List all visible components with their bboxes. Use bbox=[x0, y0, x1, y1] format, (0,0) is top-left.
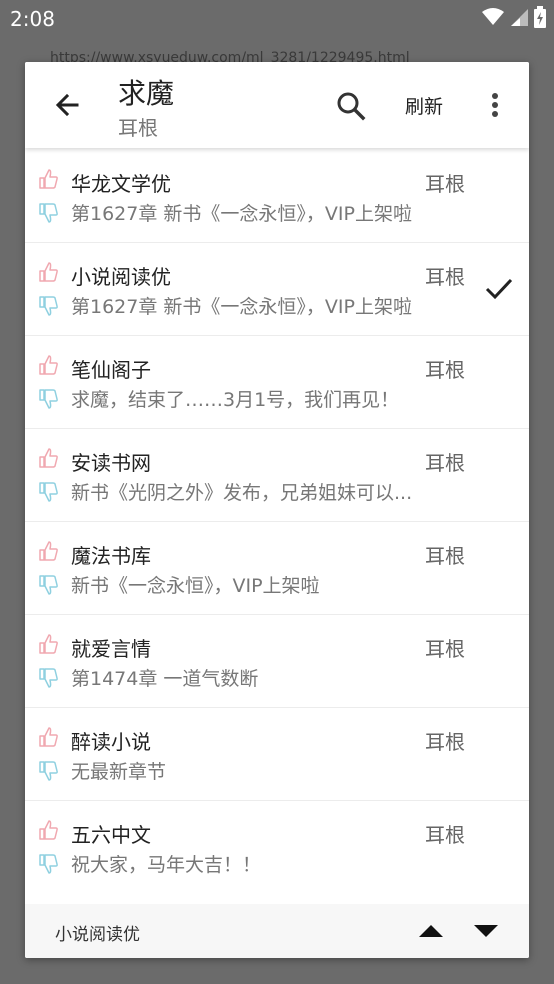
source-name: 小说阅读优 bbox=[71, 265, 171, 289]
battery-icon bbox=[534, 6, 546, 28]
thumb-up-icon[interactable] bbox=[37, 819, 59, 841]
thumb-down-icon[interactable] bbox=[37, 202, 59, 224]
source-row[interactable]: 五六中文 耳根祝大家，马年大吉！！ bbox=[25, 801, 529, 892]
source-author: 耳根 bbox=[425, 358, 465, 382]
signal-icon bbox=[511, 9, 528, 26]
source-name: 五六中文 bbox=[71, 823, 151, 847]
current-source-label: 小说阅读优 bbox=[55, 925, 140, 945]
source-name: 魔法书库 bbox=[71, 544, 151, 568]
thumb-down-icon[interactable] bbox=[37, 667, 59, 689]
source-author: 耳根 bbox=[425, 172, 465, 196]
source-latest-chapter: 新书《光阴之外》发布，兄弟姐妹可以... bbox=[71, 482, 413, 504]
thumb-up-icon[interactable] bbox=[37, 261, 59, 283]
source-name: 就爱言情 bbox=[71, 637, 151, 661]
thumb-down-icon[interactable] bbox=[37, 574, 59, 596]
status-bar: 2:08 bbox=[0, 0, 554, 37]
source-row[interactable]: 笔仙阁子 耳根求魔，结束了……3月1号，我们再见！ bbox=[25, 336, 529, 429]
source-author: 耳根 bbox=[425, 544, 465, 568]
status-icons bbox=[482, 6, 546, 28]
thumb-up-icon[interactable] bbox=[37, 726, 59, 748]
thumb-down-icon[interactable] bbox=[37, 388, 59, 410]
source-name: 醉读小说 bbox=[71, 730, 151, 754]
thumb-up-icon[interactable] bbox=[37, 354, 59, 376]
thumb-up-icon[interactable] bbox=[37, 633, 59, 655]
check-icon bbox=[485, 278, 513, 300]
source-author: 耳根 bbox=[425, 265, 465, 289]
book-title: 求魔 bbox=[118, 77, 175, 110]
refresh-button[interactable]: 刷新 bbox=[405, 92, 443, 119]
thumb-down-icon[interactable] bbox=[37, 295, 59, 317]
source-latest-chapter: 无最新章节 bbox=[71, 761, 167, 783]
source-author: 耳根 bbox=[425, 730, 465, 754]
book-author: 耳根 bbox=[118, 116, 158, 140]
source-row[interactable]: 就爱言情 耳根第1474章 一道气数断 bbox=[25, 615, 529, 708]
source-latest-chapter: 第1474章 一道气数断 bbox=[71, 668, 259, 690]
status-time: 2:08 bbox=[10, 7, 55, 31]
source-name: 笔仙阁子 bbox=[71, 358, 151, 382]
wifi-icon bbox=[482, 8, 504, 25]
dialog-toolbar: 求魔 耳根 刷新 bbox=[25, 62, 529, 148]
thumb-down-icon[interactable] bbox=[37, 853, 59, 875]
scroll-up-icon[interactable] bbox=[417, 920, 445, 942]
source-latest-chapter: 第1627章 新书《一念永恒》，VIP上架啦 bbox=[71, 203, 412, 225]
source-latest-chapter: 求魔，结束了……3月1号，我们再见！ bbox=[71, 389, 400, 411]
source-author: 耳根 bbox=[425, 637, 465, 661]
source-row[interactable]: 华龙文学优 耳根 第1627章 新书《一念永恒》，VIP上架啦 bbox=[25, 150, 529, 243]
source-row[interactable]: 魔法书库 耳根新书《一念永恒》，VIP上架啦 bbox=[25, 522, 529, 615]
thumb-up-icon[interactable] bbox=[37, 540, 59, 562]
back-arrow-icon[interactable] bbox=[47, 86, 87, 126]
dialog-footer: 小说阅读优 bbox=[25, 904, 529, 958]
thumb-down-icon[interactable] bbox=[37, 481, 59, 503]
source-latest-chapter: 第1627章 新书《一念永恒》，VIP上架啦 bbox=[71, 296, 412, 318]
source-name: 安读书网 bbox=[71, 451, 151, 475]
thumb-up-icon[interactable] bbox=[37, 447, 59, 469]
source-latest-chapter: 祝大家，马年大吉！！ bbox=[71, 854, 262, 876]
source-list: 华龙文学优 耳根 第1627章 新书《一念永恒》，VIP上架啦 小说阅读优 耳根 第162… bbox=[25, 150, 529, 892]
source-row[interactable]: 安读书网 耳根 新书《光阴之外》发布，兄弟姐妹可以... bbox=[25, 429, 529, 522]
source-author: 耳根 bbox=[425, 823, 465, 847]
thumb-up-icon[interactable] bbox=[37, 168, 59, 190]
source-latest-chapter: 新书《一念永恒》，VIP上架啦 bbox=[71, 575, 320, 597]
source-author: 耳根 bbox=[425, 451, 465, 475]
more-vert-icon[interactable] bbox=[483, 86, 507, 126]
scroll-down-icon[interactable] bbox=[472, 920, 500, 942]
source-name: 华龙文学优 bbox=[71, 172, 171, 196]
source-row[interactable]: 小说阅读优 耳根 第1627章 新书《一念永恒》，VIP上架啦 bbox=[25, 243, 529, 336]
source-row[interactable]: 醉读小说 耳根无最新章节 bbox=[25, 708, 529, 801]
thumb-down-icon[interactable] bbox=[37, 760, 59, 782]
search-icon[interactable] bbox=[331, 86, 371, 126]
change-source-dialog: 求魔 耳根 刷新 华龙文学优 耳根 第1627章 新书《一念永恒》，VIP上架啦 小说… bbox=[25, 62, 529, 958]
